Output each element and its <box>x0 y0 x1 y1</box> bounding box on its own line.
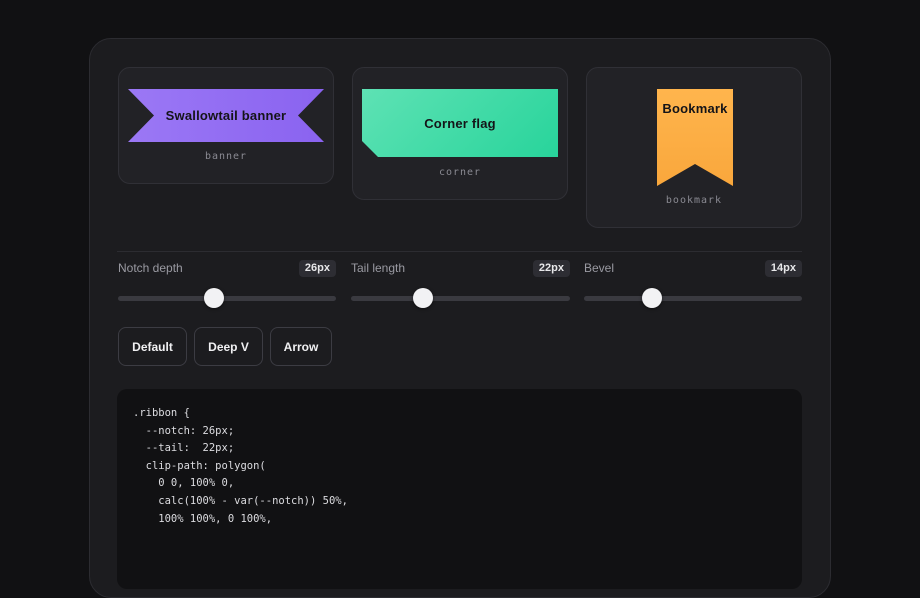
corner-label: Corner flag <box>424 115 496 131</box>
notch-depth-value: 26px <box>298 260 336 277</box>
banner-caption: banner <box>204 151 248 162</box>
notch-depth-thumb[interactable] <box>203 288 224 308</box>
preview-card-bookmark[interactable]: Bookmark bookmark <box>586 67 802 228</box>
tail-length-track[interactable] <box>351 288 570 308</box>
preset-deep-v-button[interactable]: Deep V <box>194 327 263 366</box>
preset-arrow-button[interactable]: Arrow <box>270 327 332 366</box>
bookmark-caption: bookmark <box>665 195 723 206</box>
preview-card-corner[interactable]: Corner flag corner <box>352 67 568 200</box>
banner-label: Swallowtail banner <box>165 108 287 123</box>
swallowtail-banner-shape: Swallowtail banner <box>128 89 324 142</box>
notch-depth-label: Notch depth <box>118 261 183 275</box>
corner-caption: corner <box>438 167 482 178</box>
preview-card-banner[interactable]: Swallowtail banner banner <box>118 67 334 184</box>
divider <box>117 251 802 252</box>
preset-default-button[interactable]: Default <box>118 327 187 366</box>
bevel-track[interactable] <box>584 288 802 308</box>
tail-length-value: 22px <box>532 260 570 277</box>
css-code-output[interactable]: .ribbon { --notch: 26px; --tail: 22px; c… <box>117 389 802 589</box>
corner-flag-shape: Corner flag <box>362 89 558 157</box>
bookmark-label: Bookmark <box>662 101 728 116</box>
bevel-label: Bevel <box>584 261 615 275</box>
bevel-value: 14px <box>764 260 802 277</box>
bookmark-shape: Bookmark <box>657 89 733 186</box>
tail-length-label: Tail length <box>351 261 406 275</box>
bevel-thumb[interactable] <box>641 288 662 308</box>
notch-depth-track[interactable] <box>118 288 336 308</box>
